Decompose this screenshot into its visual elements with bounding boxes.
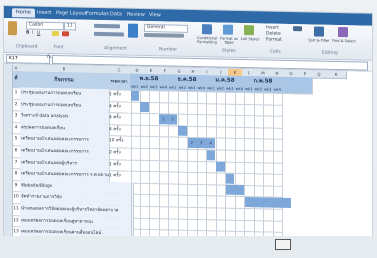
number-format-value: General (147, 24, 165, 31)
gantt-bar (244, 196, 291, 208)
autosum-icon[interactable] (293, 26, 302, 32)
tab-home[interactable]: Home (12, 8, 35, 18)
sort-filter-icon[interactable] (314, 26, 324, 37)
number-style-icons[interactable] (144, 32, 184, 38)
gantt-bar (225, 184, 244, 196)
font-color-icon[interactable] (62, 31, 69, 37)
column-header[interactable]: Q (312, 70, 327, 79)
gantt-bar (140, 101, 149, 113)
insert-button[interactable]: Insert (266, 25, 279, 30)
gantt-bar-label: 4 (209, 140, 212, 146)
tab-review[interactable]: Review (127, 11, 145, 20)
wrap-merge-icon[interactable] (128, 23, 138, 38)
font-name-select[interactable]: Calibri (26, 21, 64, 31)
tab-page-layout[interactable]: Page Layout (56, 9, 87, 19)
gantt-bar (130, 90, 139, 101)
delete-button[interactable]: Delete (266, 31, 281, 36)
row-header[interactable] (4, 71, 13, 89)
cell-styles-label[interactable]: Cell Styles (240, 37, 260, 41)
gantt-bar (206, 149, 215, 161)
find-select-icon[interactable] (338, 26, 348, 38)
paste-icon[interactable] (8, 21, 17, 36)
name-box[interactable]: K17 (6, 54, 50, 64)
cell-styles-icon[interactable] (244, 25, 254, 36)
number-format-select[interactable]: General (144, 23, 188, 33)
gantt-bar (216, 161, 225, 172)
italic-icon[interactable]: I (32, 31, 33, 36)
fx-icon[interactable]: fx (47, 55, 51, 60)
group-cells: Cells (270, 49, 281, 55)
tab-data[interactable]: Data (110, 10, 122, 19)
tab-formulas[interactable]: Formulas (86, 10, 109, 19)
monitor-bezel (0, 236, 377, 258)
fill-color-icon[interactable] (52, 31, 59, 37)
tab-view[interactable]: View (149, 11, 161, 20)
underline-icon[interactable]: U (37, 31, 40, 36)
tab-insert[interactable]: Insert (37, 9, 51, 18)
photo-of-screen: Home Insert Page Layout Formulas Data Re… (0, 0, 377, 258)
header-duration: ระยะเวลา (108, 73, 131, 91)
excel-window: Home Insert Page Layout Formulas Data Re… (4, 6, 372, 245)
column-header[interactable]: R (326, 70, 347, 80)
font-size-select[interactable]: 11 (64, 22, 76, 31)
gantt-bar-label: 2 (190, 140, 193, 146)
worksheet-grid[interactable]: A B C D E F G H I J K L M N O P Q R ที่ กิจกรรม ระยะเวลา พ.ย.… (4, 64, 372, 245)
align-top-icons[interactable] (94, 23, 120, 29)
sort-filter-label[interactable]: Sort & Filter (308, 38, 330, 42)
font-name-value: Calibri (29, 22, 44, 28)
gantt-bar-label: 3 (200, 140, 203, 146)
group-styles: Styles (222, 48, 236, 54)
gantt-bar-label: 2 (171, 116, 174, 122)
conditional-formatting-icon[interactable] (202, 24, 212, 35)
find-select-label[interactable]: Find & Select (332, 39, 356, 44)
format-as-table-label[interactable]: Format as Table (217, 36, 241, 45)
bold-icon[interactable]: B (26, 30, 29, 35)
group-editing: Editing (322, 50, 338, 56)
format-as-table-icon[interactable] (223, 24, 233, 35)
group-number: Number (159, 47, 178, 53)
gantt-bar (225, 173, 234, 184)
align-horizontal-icons[interactable] (94, 31, 124, 37)
gantt-bar (178, 125, 187, 137)
format-button[interactable]: Format (266, 37, 282, 42)
group-font: Font (54, 45, 64, 51)
group-alignment: Alignment (104, 46, 128, 52)
font-size-value: 11 (67, 23, 73, 29)
group-clipboard: Clipboard (16, 44, 38, 50)
background-object (275, 239, 291, 250)
month-header-extra (282, 76, 313, 95)
gantt-bar-label: 1 (162, 116, 165, 122)
